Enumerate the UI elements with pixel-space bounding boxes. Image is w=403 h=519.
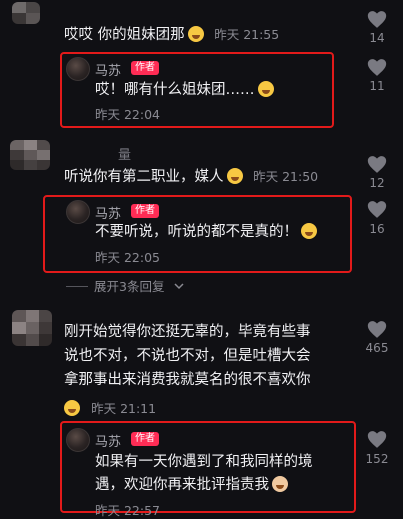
comment-text-line-1: 刚开始觉得你还挺无辜的，毕竟有些事 [64, 324, 311, 340]
chevron-down-icon [174, 283, 184, 290]
author-avatar[interactable] [66, 57, 90, 81]
comment-text: 听说你有第二职业，媒人 昨天 21:50 [64, 168, 319, 185]
heart-icon[interactable] [367, 430, 387, 449]
reply-text: 不要听说，听说的都不是真的！ [95, 222, 317, 243]
emoji-icon [272, 476, 288, 492]
author-name[interactable]: 马苏 [95, 431, 121, 450]
author-name[interactable]: 马苏 [95, 60, 121, 79]
avatar[interactable] [10, 140, 50, 170]
reply-text-line-2: 遇，欢迎你再来批评指责我 [95, 475, 288, 496]
like-count: 16 [369, 222, 385, 236]
author-avatar[interactable] [66, 200, 90, 224]
heart-icon[interactable] [367, 200, 387, 219]
avatar[interactable] [12, 2, 40, 24]
commenter-name[interactable]: 量 [118, 144, 131, 163]
comment-text: 哎哎 你的姐妹团那 昨天 21:55 [64, 26, 280, 43]
reply-time: 昨天 22:05 [95, 250, 160, 265]
like-count: 152 [365, 452, 389, 466]
comment-time: 昨天 21:55 [214, 27, 280, 42]
emoji-icon [257, 81, 274, 97]
heart-icon[interactable] [367, 58, 387, 77]
expand-replies[interactable]: 展开3条回复 [66, 276, 184, 295]
author-badge: 作者 [131, 204, 159, 218]
like-count: 465 [365, 341, 389, 355]
emoji-icon [226, 168, 243, 184]
reply-time: 昨天 22:57 [95, 503, 160, 518]
author-avatar[interactable] [66, 428, 90, 452]
emoji-icon [301, 223, 317, 239]
like-count: 11 [369, 79, 385, 93]
like-count: 12 [369, 176, 385, 190]
heart-icon[interactable] [367, 155, 387, 174]
heart-icon[interactable] [367, 320, 387, 339]
avatar[interactable] [12, 310, 52, 346]
emoji-icon [64, 400, 80, 416]
heart-icon[interactable] [367, 10, 387, 29]
author-name[interactable]: 马苏 [95, 203, 121, 222]
divider [66, 286, 88, 287]
reply-text: 哎！哪有什么姐妹团…… [95, 80, 274, 101]
comment-time: 昨天 21:11 [91, 401, 157, 416]
comment-meta: 昨天 21:11 [64, 398, 156, 417]
emoji-icon [187, 26, 204, 42]
comment-text-line-2: 说也不对，不说也不对，但是吐槽大会 [64, 348, 311, 364]
author-badge: 作者 [131, 61, 159, 75]
reply-time: 昨天 22:04 [95, 107, 160, 122]
author-badge: 作者 [131, 432, 159, 446]
reply-text-line-1: 如果有一天你遇到了和我同样的境 [95, 454, 313, 470]
comment-time: 昨天 21:50 [253, 169, 319, 184]
like-count: 14 [369, 31, 385, 45]
expand-replies-label: 展开3条回复 [94, 279, 165, 294]
comment-text-line-3: 拿那事出来消费我就莫名的很不喜欢你 [64, 372, 311, 388]
